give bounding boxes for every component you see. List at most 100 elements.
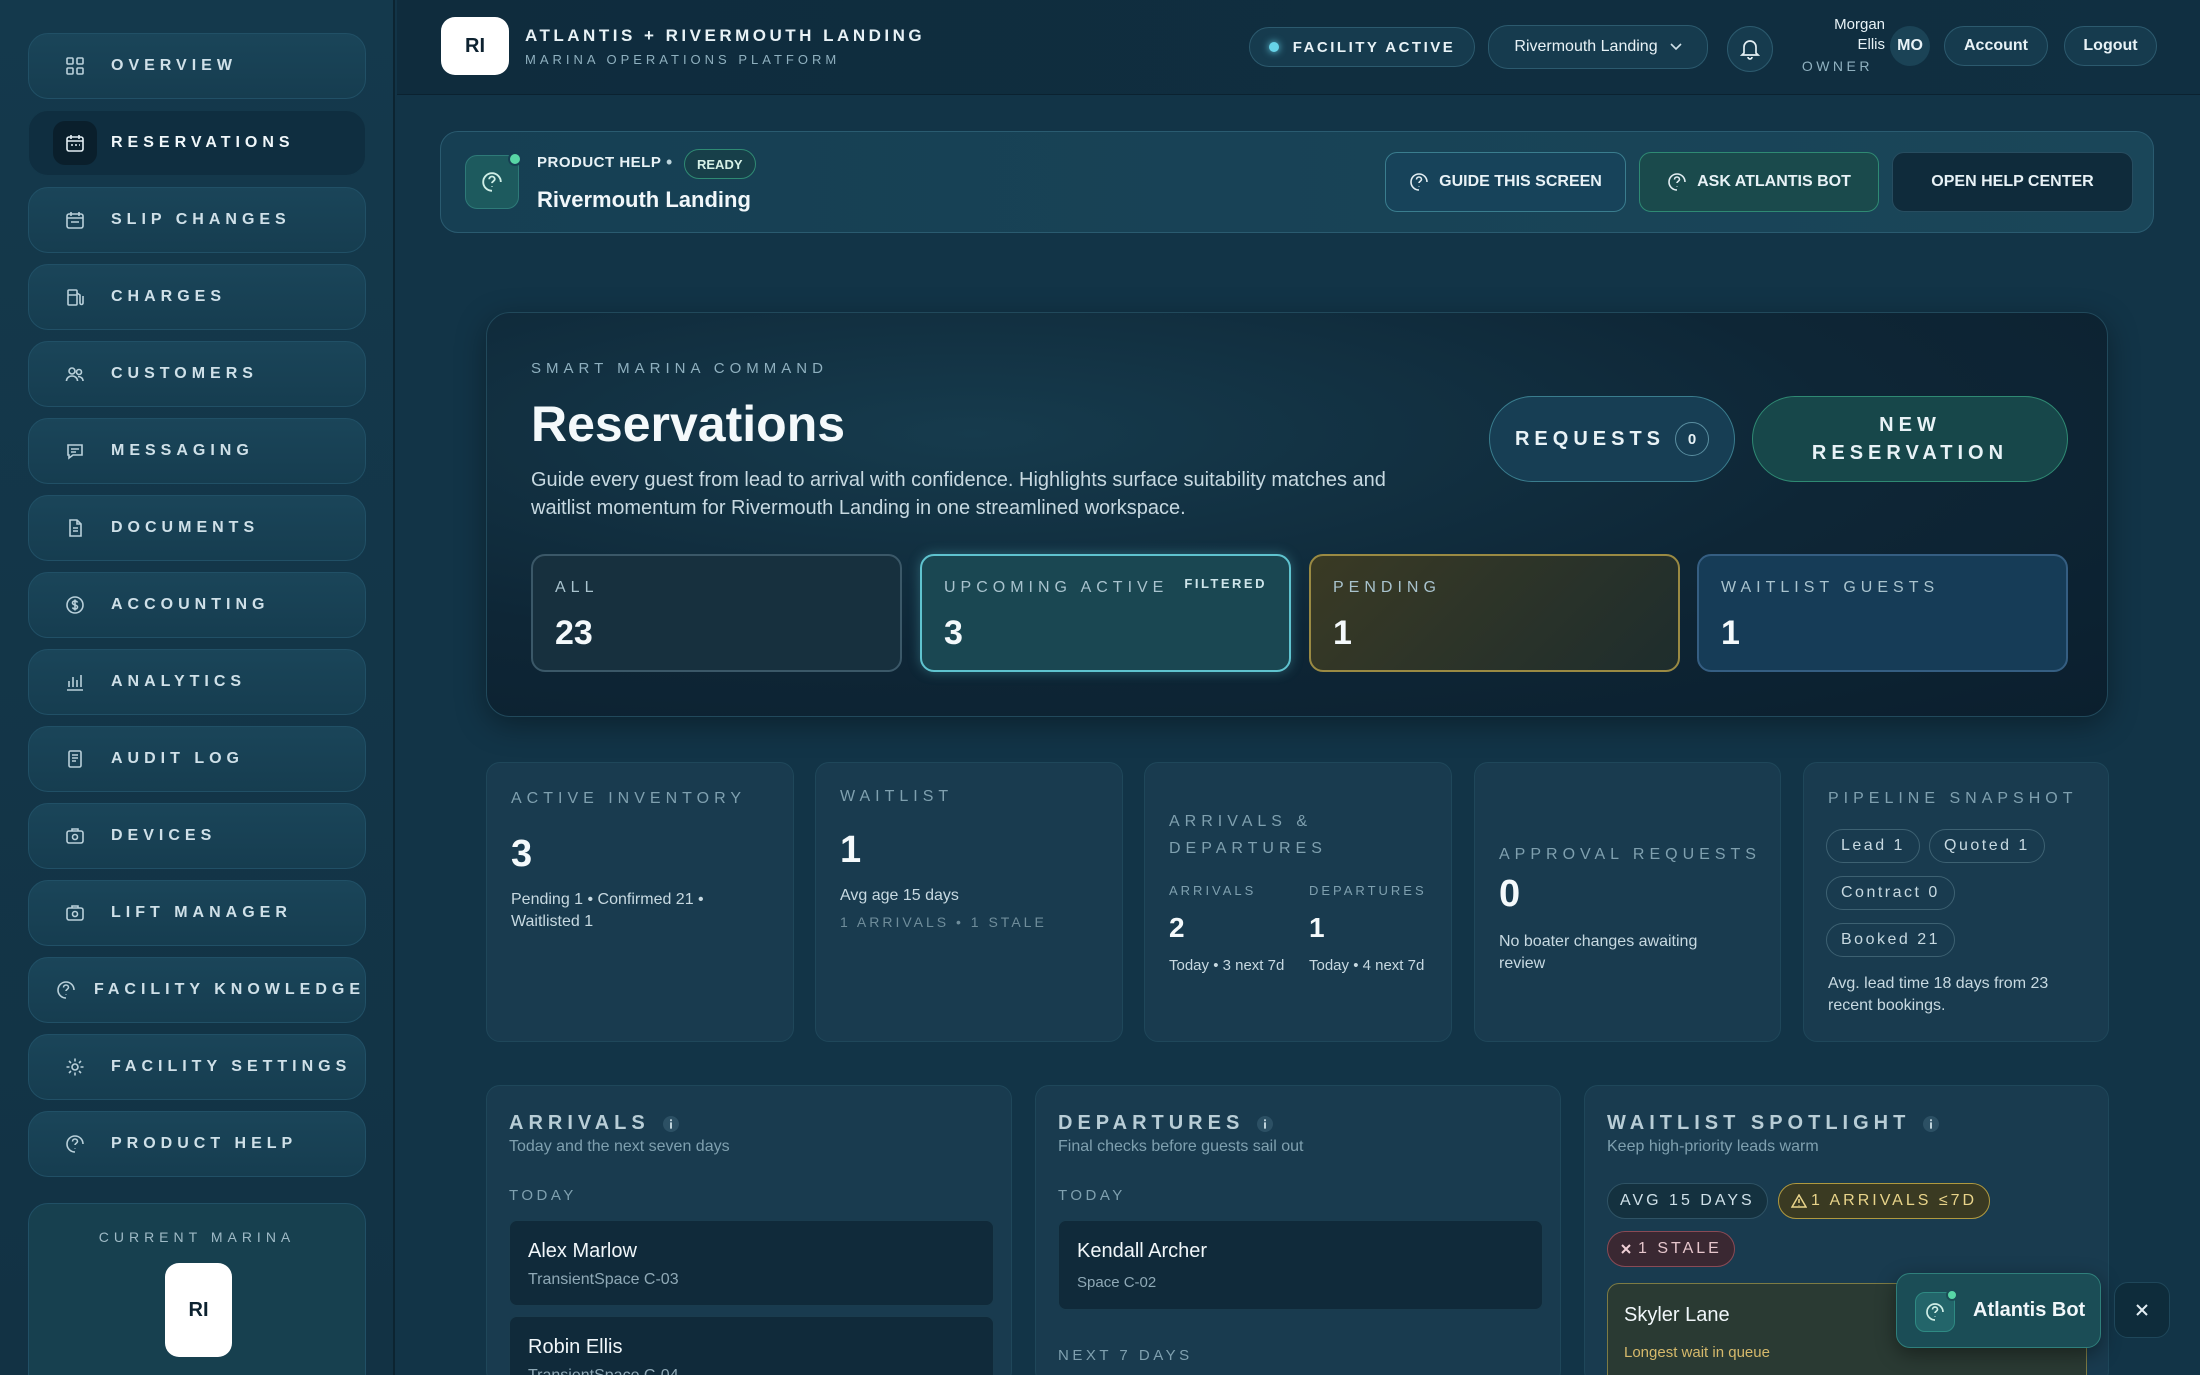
stat-card-pending[interactable]: PENDING 1 [1309, 554, 1680, 672]
metric-value: 3 [511, 833, 533, 875]
close-bot-button[interactable] [2114, 1282, 2170, 1338]
sidebar-item-product-help[interactable]: PRODUCT HELP [28, 1111, 366, 1177]
bot-label: Atlantis Bot [1973, 1299, 2086, 1321]
sidebar-item-facility-knowledge[interactable]: FACILITY KNOWLEDGE [28, 957, 366, 1023]
stat-card-waitlist-guests[interactable]: WAITLIST GUESTS 1 [1697, 554, 2068, 672]
avatar[interactable]: MO [1890, 26, 1930, 66]
metric-muted: 1 ARRIVALS • 1 STALE [840, 914, 1047, 930]
arrivals-warning-chip: 1 ARRIVALS ≤7D [1778, 1183, 1991, 1219]
help-bar-marina: Rivermouth Landing [537, 187, 751, 212]
requests-button[interactable]: REQUESTS 0 [1489, 396, 1735, 482]
departures-sub: Today • 4 next 7d [1309, 957, 1425, 974]
list-item[interactable]: Robin Ellis TransientSpace C-04 [509, 1316, 994, 1375]
departures-panel: DEPARTURES Final checks before guests sa… [1035, 1085, 1561, 1375]
metric-value: 1 [840, 829, 862, 871]
sidebar-item-documents[interactable]: DOCUMENTS [28, 495, 366, 561]
info-icon[interactable] [1256, 1115, 1274, 1133]
arrivals-warning-label: 1 ARRIVALS ≤7D [1811, 1192, 1978, 1209]
sidebar-item-reservations[interactable]: RESERVATIONS [28, 110, 366, 176]
stale-label: 1 STALE [1638, 1240, 1722, 1257]
metric-arrivals-departures: ARRIVALS & DEPARTURES ARRIVALS 2 Today •… [1144, 762, 1452, 1042]
users-icon [53, 352, 97, 396]
sidebar-item-customers[interactable]: CUSTOMERS [28, 341, 366, 407]
section-label: NEXT 7 DAYS [1058, 1347, 1193, 1364]
ask-button-label: ASK ATLANTIS BOT [1697, 173, 1851, 190]
separator-dot: • [666, 152, 673, 172]
marina-select[interactable]: Rivermouth Landing [1488, 25, 1708, 69]
list-item[interactable]: Kendall Archer Space C-02 [1058, 1220, 1543, 1310]
open-help-center-button[interactable]: OPEN HELP CENTER [1892, 152, 2133, 212]
list-item[interactable]: Alex Marlow TransientSpace C-03 [509, 1220, 994, 1306]
pipeline-chip-booked[interactable]: Booked 21 [1826, 923, 1956, 957]
chart-icon [53, 660, 97, 704]
product-help-bar: PRODUCT HELP • READY Rivermouth Landing … [440, 131, 2154, 233]
arrivals-label: ARRIVALS [1169, 883, 1257, 898]
sidebar-item-accounting[interactable]: ACCOUNTING [28, 572, 366, 638]
current-marina-label: CURRENT MARINA [98, 1229, 296, 1245]
info-icon[interactable] [1922, 1115, 1940, 1133]
panel-title: WAITLIST SPOTLIGHT [1607, 1112, 1940, 1135]
sidebar-item-audit-log[interactable]: AUDIT LOG [28, 726, 366, 792]
app-title: ATLANTIS + RIVERMOUTH LANDING [525, 26, 926, 45]
waitlist-note: Longest wait in queue [1624, 1344, 1770, 1361]
bell-icon [1740, 38, 1760, 60]
panel-subtitle: Today and the next seven days [509, 1138, 730, 1155]
notifications-button[interactable] [1727, 26, 1773, 72]
sidebar-item-label: SLIP CHANGES [111, 211, 291, 228]
metric-label: ACTIVE INVENTORY [511, 790, 746, 807]
sidebar-item-slip-changes[interactable]: SLIP CHANGES [28, 187, 366, 253]
dollar-icon [53, 583, 97, 627]
panel-subtitle: Keep high-priority leads warm [1607, 1138, 1819, 1155]
sidebar-item-messaging[interactable]: MESSAGING [28, 418, 366, 484]
sidebar-item-analytics[interactable]: ANALYTICS [28, 649, 366, 715]
info-icon[interactable] [662, 1115, 680, 1133]
sidebar-item-label: ACCOUNTING [111, 596, 270, 613]
section-label: TODAY [1058, 1187, 1126, 1204]
chevron-down-icon [1670, 43, 1682, 51]
calendar-icon [53, 121, 97, 165]
filtered-badge: FILTERED [1184, 576, 1267, 591]
stat-label: UPCOMING ACTIVE [944, 579, 1169, 596]
sidebar-item-facility-settings[interactable]: FACILITY SETTINGS [28, 1034, 366, 1100]
sidebar: OVERVIEW RESERVATIONS SLIP CHANGES CHARG… [0, 0, 395, 1375]
guide-button-label: GUIDE THIS SCREEN [1439, 173, 1602, 190]
guest-space: TransientSpace C-04 [528, 1367, 679, 1375]
sidebar-item-charges[interactable]: CHARGES [28, 264, 366, 330]
online-indicator [1946, 1289, 1958, 1301]
help-icon [53, 968, 80, 1012]
lift-icon [53, 891, 97, 935]
close-icon [1620, 1243, 1632, 1255]
sidebar-item-label: PRODUCT HELP [111, 1135, 298, 1152]
pipeline-chip-contract[interactable]: Contract 0 [1826, 876, 1955, 910]
arrivals-column: ARRIVALS 2 Today • 3 next 7d [1169, 883, 1289, 979]
help-icon [465, 152, 522, 209]
departures-label: DEPARTURES [1309, 883, 1427, 898]
user-name: Morgan Ellis [1834, 16, 1885, 53]
stat-label: PENDING [1333, 579, 1441, 596]
status-dot-icon [1268, 42, 1279, 52]
atlantis-bot-widget[interactable]: Atlantis Bot [1896, 1273, 2101, 1348]
avg-days-chip: AVG 15 DAYS [1607, 1183, 1768, 1219]
sidebar-item-devices[interactable]: DEVICES [28, 803, 366, 869]
guide-this-screen-button[interactable]: GUIDE THIS SCREEN [1385, 152, 1626, 212]
close-icon [2134, 1302, 2150, 1318]
pipeline-chip-quoted[interactable]: Quoted 1 [1929, 829, 2045, 863]
departures-title: DEPARTURES [1058, 1112, 1245, 1134]
reservations-hero: SMART MARINA COMMAND Reservations Guide … [486, 312, 2108, 717]
account-button[interactable]: Account [1944, 26, 2048, 66]
current-marina-logo[interactable]: RI [165, 1263, 232, 1357]
logout-button[interactable]: Logout [2064, 26, 2157, 66]
sidebar-item-overview[interactable]: OVERVIEW [28, 33, 366, 99]
guest-name: Kendall Archer [1077, 1240, 1208, 1262]
gear-icon [53, 1045, 97, 1089]
stat-card-all[interactable]: ALL 23 [531, 554, 902, 672]
calendar-swap-icon [53, 198, 97, 242]
app-logo[interactable]: RI [441, 17, 509, 75]
new-reservation-button[interactable]: NEW RESERVATION [1752, 396, 2068, 482]
top-header: RI ATLANTIS + RIVERMOUTH LANDING MARINA … [397, 0, 2200, 95]
metric-value: 0 [1499, 873, 1521, 915]
pipeline-chip-lead[interactable]: Lead 1 [1826, 829, 1920, 863]
sidebar-item-lift-manager[interactable]: LIFT MANAGER [28, 880, 366, 946]
ask-atlantis-bot-button[interactable]: ASK ATLANTIS BOT [1639, 152, 1879, 212]
stat-card-upcoming-active[interactable]: UPCOMING ACTIVE FILTERED 3 [920, 554, 1291, 672]
